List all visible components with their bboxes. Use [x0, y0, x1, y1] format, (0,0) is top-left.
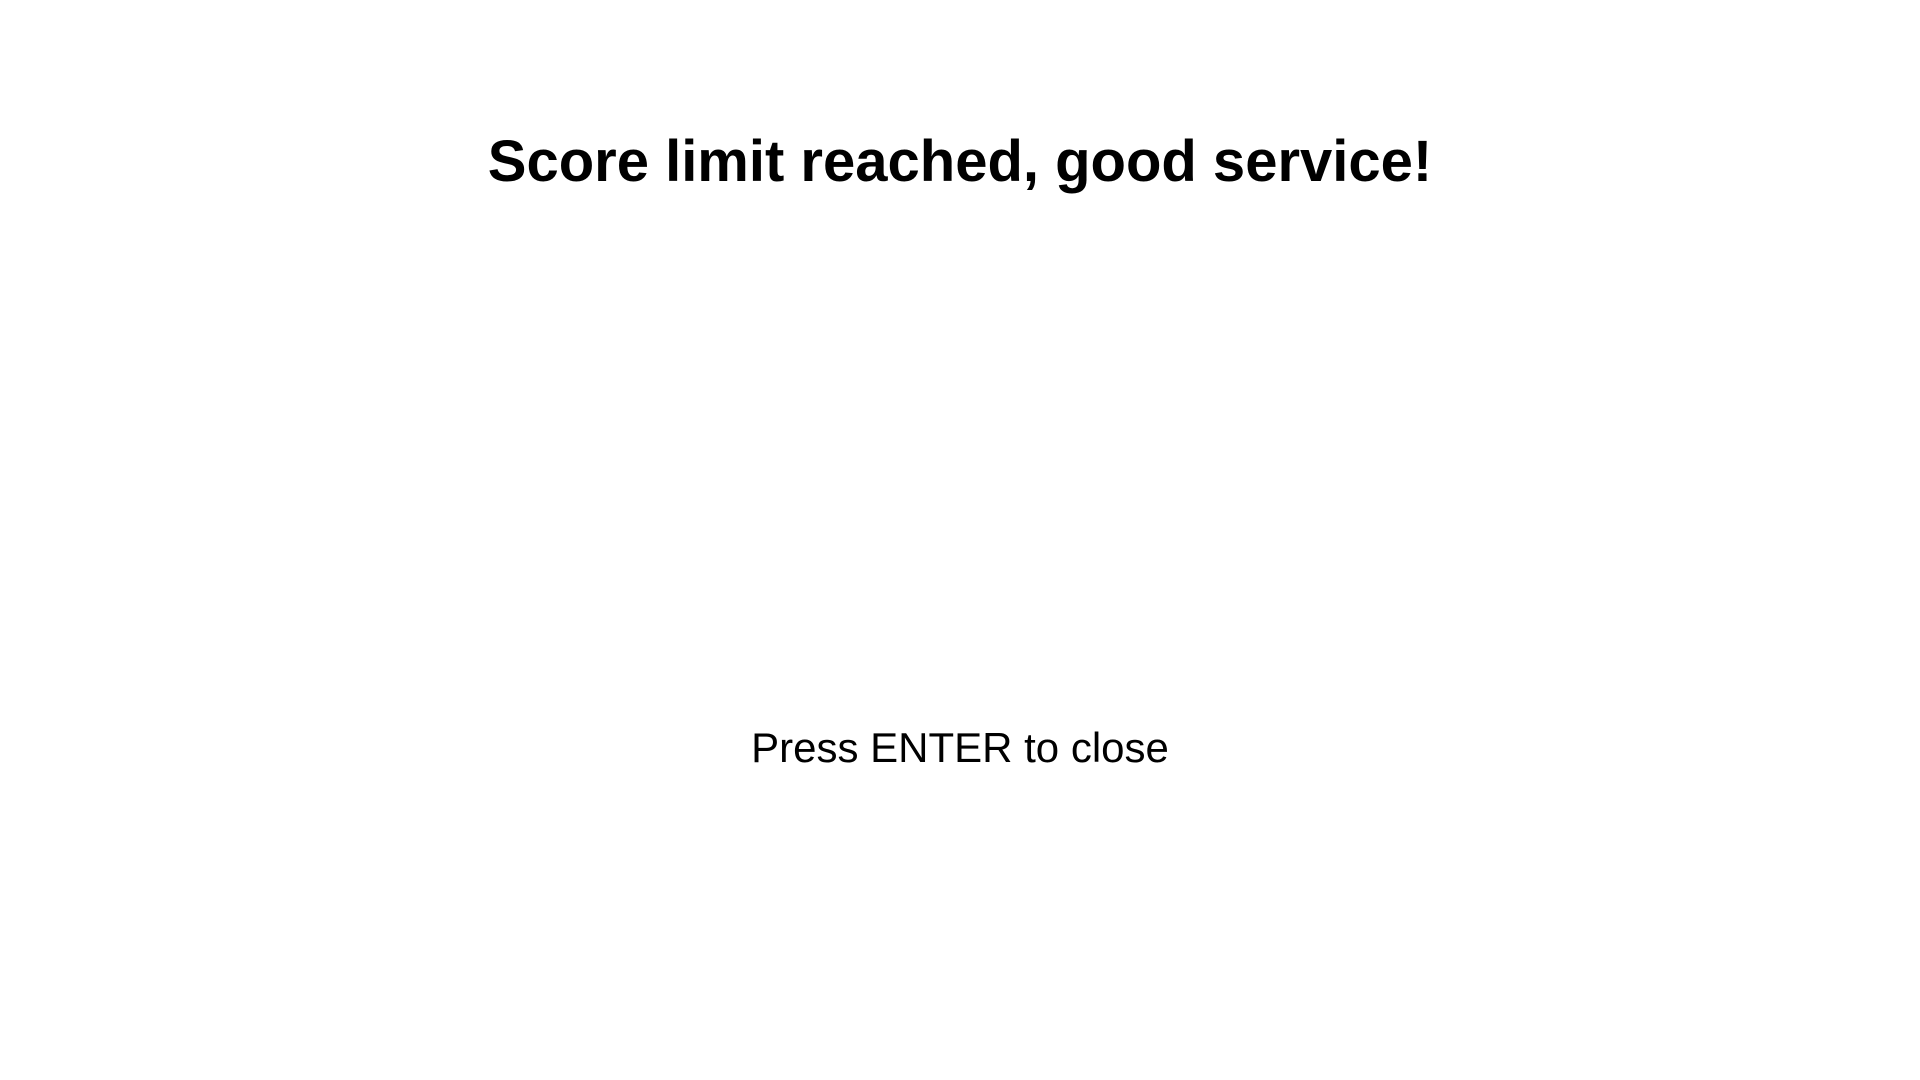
game-over-screen: Score limit reached, good service! Press… [0, 0, 1920, 1080]
close-instruction: Press ENTER to close [751, 724, 1169, 771]
score-limit-message: Score limit reached, good service! [487, 129, 1433, 194]
